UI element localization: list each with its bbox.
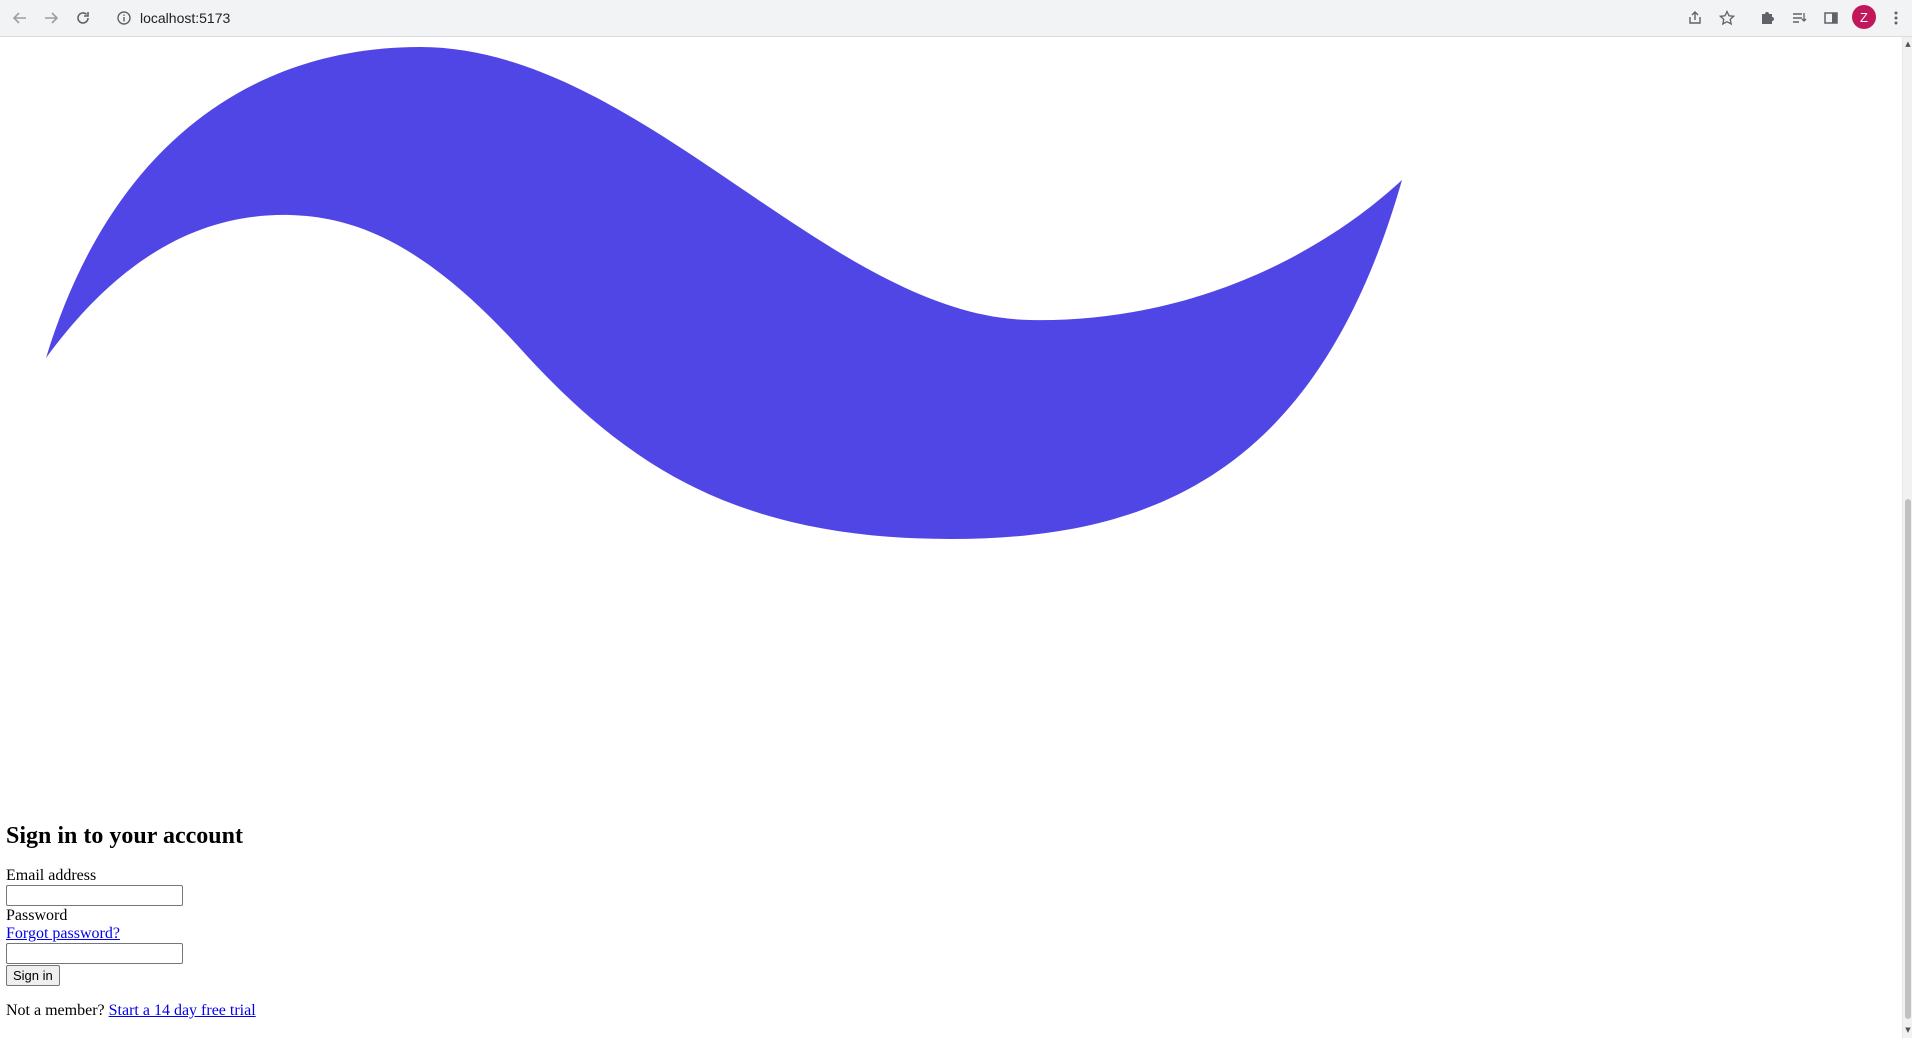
url-text: localhost:5173	[140, 10, 231, 26]
info-icon	[117, 11, 131, 25]
email-label: Email address	[6, 867, 97, 884]
puzzle-icon	[1762, 12, 1774, 24]
page-viewport: Sign in to your account Email address Pa…	[0, 37, 1902, 1038]
password-field[interactable]	[6, 943, 183, 964]
scrollbar-thumb[interactable]	[1905, 499, 1911, 1019]
kebab-menu-icon	[1894, 11, 1898, 25]
free-trial-link[interactable]: Start a 14 day free trial	[109, 1002, 256, 1019]
browser-menu-button[interactable]	[1884, 6, 1908, 30]
profile-avatar[interactable]: Z	[1852, 5, 1876, 29]
email-field[interactable]	[6, 885, 183, 906]
share-button[interactable]	[1683, 6, 1707, 30]
reading-list-icon	[1793, 13, 1807, 23]
page-title: Sign in to your account	[6, 823, 243, 849]
forward-button[interactable]	[39, 6, 63, 30]
reload-icon	[77, 12, 89, 24]
back-button[interactable]	[8, 6, 32, 30]
bookmark-button[interactable]	[1715, 6, 1739, 30]
password-label: Password	[6, 907, 68, 924]
arrow-left-icon	[12, 12, 26, 24]
logo-wave-shape	[46, 47, 1402, 539]
vertical-scrollbar[interactable]: ▲ ▼	[1902, 37, 1912, 1038]
reading-list-button[interactable]	[1787, 6, 1811, 30]
side-panel-icon	[1824, 12, 1838, 24]
not-member-text: Not a member?	[6, 1002, 105, 1019]
forgot-password-link[interactable]: Forgot password?	[6, 925, 256, 943]
address-bar[interactable]: localhost:5173	[108, 3, 1758, 33]
reload-button[interactable]	[71, 6, 95, 30]
star-icon	[1719, 10, 1735, 26]
browser-toolbar: localhost:5173 Z	[0, 0, 1912, 37]
share-icon	[1689, 11, 1701, 24]
signin-button[interactable]: Sign in	[6, 965, 60, 986]
tailwind-wave-logo	[46, 47, 1402, 539]
side-panel-button[interactable]	[1819, 6, 1843, 30]
extensions-button[interactable]	[1755, 6, 1779, 30]
signin-form: Sign in to your account Email address Pa…	[6, 821, 256, 1020]
arrow-right-icon	[45, 12, 59, 24]
signup-prompt: Not a member? Start a 14 day free trial	[6, 1002, 256, 1020]
scroll-down-icon[interactable]: ▼	[1904, 1025, 1912, 1035]
scroll-up-icon[interactable]: ▲	[1904, 39, 1912, 49]
